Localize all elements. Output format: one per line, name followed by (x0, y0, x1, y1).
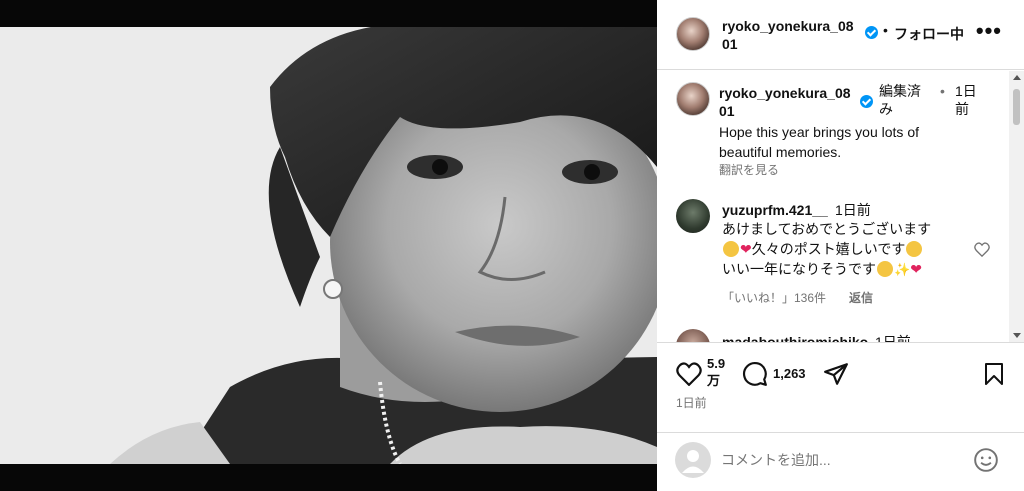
comment-time[interactable]: 1日前 (835, 201, 871, 219)
caption-username[interactable]: ryoko_yonekura_08 01 (719, 84, 851, 120)
author-avatar[interactable] (676, 17, 710, 51)
comment-bubble-icon[interactable] (742, 361, 768, 387)
comment-reply-button[interactable]: 返信 (849, 290, 873, 306)
comments-list[interactable]: ryoko_yonekura_08 01 編集済 み • 1日 前 Hope t… (657, 71, 1009, 342)
caption-verified-badge-icon (860, 95, 873, 108)
caption-time-line2: 前 (955, 101, 969, 117)
comment-username[interactable]: madabouthiromichiko (722, 333, 868, 342)
share-send-icon[interactable] (823, 361, 849, 387)
comments-count[interactable]: 1,263 (773, 366, 806, 381)
header-separator: • (883, 22, 888, 38)
heart-emoji-icon: ❤ (740, 241, 752, 257)
author-username-line2: 01 (722, 36, 738, 52)
caption-time-line1: 1日 (955, 83, 977, 99)
post-timestamp[interactable]: 1日前 (676, 395, 707, 411)
user-avatar-icon (675, 442, 711, 478)
crying-face-emoji-icon (877, 261, 893, 277)
caption-text-line1: Hope this year brings you lots of (719, 124, 919, 140)
caption-time: 1日 前 (955, 82, 977, 118)
author-username[interactable]: ryoko_yonekura_08 01 (722, 17, 854, 53)
comment-likes-count[interactable]: 「いいね！」136件 (722, 290, 826, 306)
post-sidebar: ryoko_yonekura_08 01 • フォロー中 ••• ryoko_y… (657, 0, 1024, 491)
comment-like-heart-icon[interactable] (974, 242, 990, 257)
scroll-up-arrow-icon[interactable] (1013, 75, 1021, 80)
post-actions: 5.9 万 1,263 1日前 (657, 342, 1024, 422)
post-header: ryoko_yonekura_08 01 • フォロー中 ••• (657, 0, 1024, 70)
comment-text-line3: いい一年になりそうです ✨❤ (722, 259, 931, 280)
author-username-line1: ryoko_yonekura_08 (722, 18, 854, 34)
post-media (0, 0, 657, 491)
caption-edited-label: 編集済 み (879, 82, 921, 118)
likes-count-line1: 5.9 (707, 356, 726, 371)
comment-username[interactable]: yuzuprfm.421__ (722, 201, 828, 219)
verified-badge-icon (865, 26, 878, 39)
comment-avatar[interactable] (676, 199, 710, 233)
caption-avatar[interactable] (676, 82, 710, 116)
crying-face-emoji-icon (723, 241, 739, 257)
comment-time[interactable]: 1日前 (875, 333, 911, 342)
caption-username-line2: 01 (719, 103, 735, 119)
edited-label-line1: 編集済 (879, 83, 921, 99)
caption-text: Hope this year brings you lots of beauti… (719, 122, 919, 162)
edited-label-line2: み (879, 101, 893, 117)
comment-text-line3-text: いい一年になりそうです (722, 261, 876, 277)
like-heart-icon[interactable] (676, 362, 702, 386)
comment-text-line1: あけましておめでとうございます (722, 221, 932, 237)
save-bookmark-icon[interactable] (984, 362, 1004, 386)
heart-emoji-icon: ❤ (910, 261, 922, 277)
scrollbar-thumb[interactable] (1013, 89, 1020, 125)
emoji-smile-icon[interactable] (973, 447, 999, 473)
translate-link[interactable]: 翻訳を見る (719, 162, 779, 178)
more-options-icon[interactable]: ••• (976, 20, 1002, 42)
comment-text: あけましておめでとうございます ❤久々のポスト嬉しいです いい一年になりそうです… (722, 219, 931, 280)
comment-avatar[interactable] (676, 329, 710, 342)
likes-count[interactable]: 5.9 万 (707, 355, 725, 389)
comment-input[interactable] (721, 449, 951, 471)
caption-text-line2: beautiful memories. (719, 144, 842, 160)
scroll-down-arrow-icon[interactable] (1013, 333, 1021, 338)
crying-face-emoji-icon (906, 241, 923, 257)
comments-scrollbar[interactable] (1009, 71, 1024, 342)
caption-username-line1: ryoko_yonekura_08 (719, 85, 851, 101)
comment-composer (657, 432, 1024, 491)
post-photo[interactable] (0, 27, 657, 464)
sparkles-emoji-icon: ✨ (894, 262, 911, 277)
caption-separator: • (940, 83, 945, 99)
portrait-image (0, 27, 657, 464)
comment-text-line2: ❤久々のポスト嬉しいです (722, 239, 931, 259)
following-button[interactable]: フォロー中 (894, 24, 964, 44)
likes-count-line2: 万 (707, 373, 721, 388)
comment-text-line2-text: 久々のポスト嬉しいです (751, 241, 906, 257)
